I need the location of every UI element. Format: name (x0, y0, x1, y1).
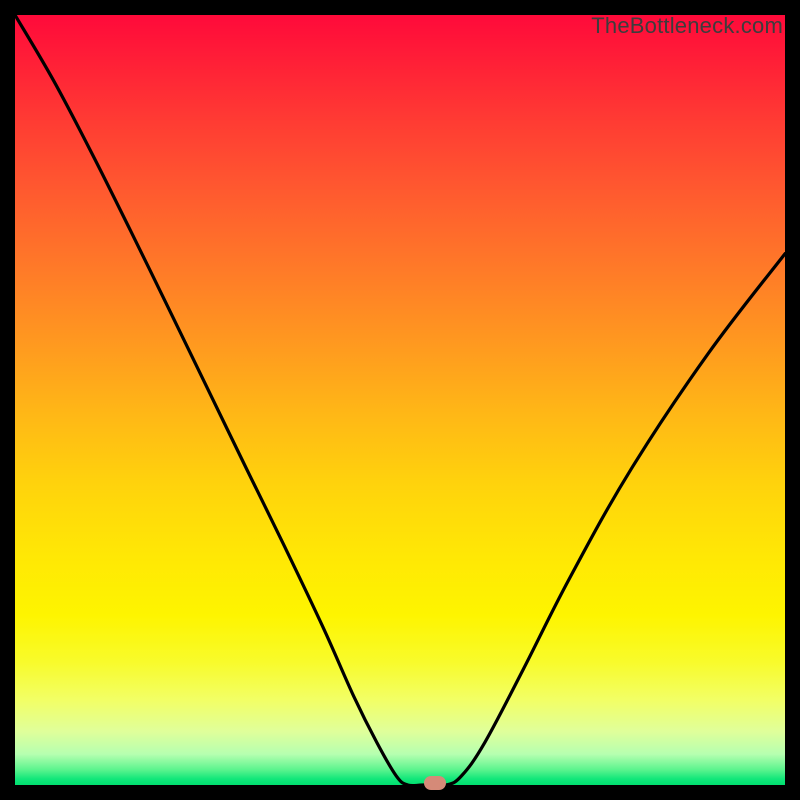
optimal-point-marker (424, 776, 446, 790)
chart-frame: TheBottleneck.com (15, 15, 785, 785)
bottleneck-curve (15, 15, 785, 785)
attribution-text: TheBottleneck.com (591, 13, 783, 39)
